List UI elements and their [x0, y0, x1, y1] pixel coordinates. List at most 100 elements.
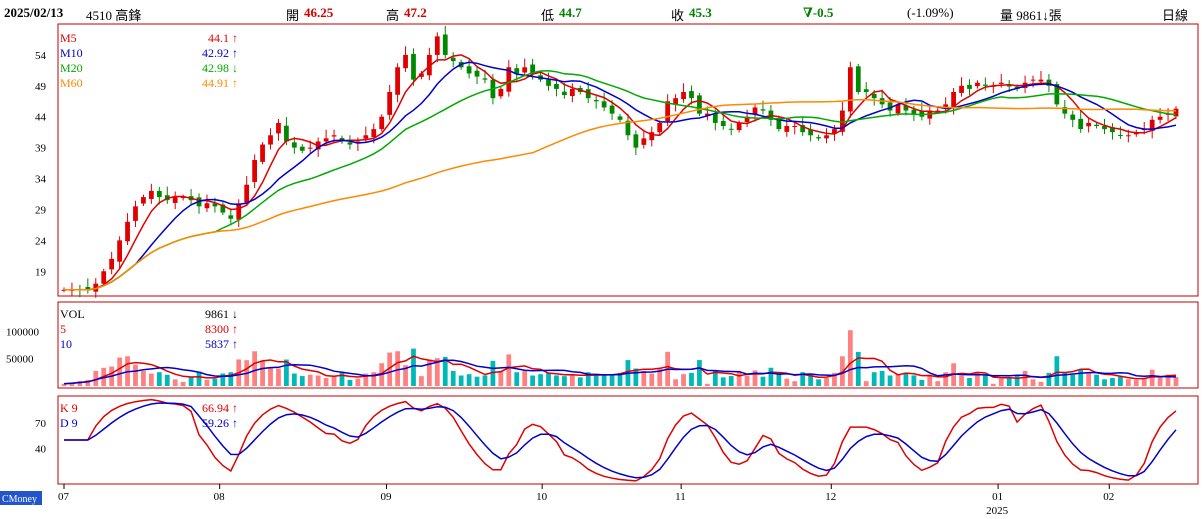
- volume-legend-value: 8300 ↑: [205, 322, 238, 336]
- volume-bar: [1070, 374, 1076, 386]
- price-legend-name: M5: [60, 31, 77, 45]
- volume-bar: [450, 370, 456, 386]
- volume-bar: [164, 374, 170, 386]
- kd-legend-name: K 9: [60, 401, 78, 415]
- kd-legend-value: 59.26 ↑: [202, 416, 238, 430]
- price-tick-label: 39: [35, 143, 47, 155]
- candle-body: [847, 67, 853, 112]
- candle-body: [1030, 79, 1036, 81]
- volume-bar: [498, 371, 504, 386]
- candle-body: [792, 126, 798, 127]
- candle-body: [141, 197, 146, 204]
- volume-bar: [212, 378, 218, 386]
- volume-bar: [156, 372, 162, 386]
- volume-bar: [276, 368, 281, 386]
- candle-body: [148, 190, 154, 199]
- volume-bar: [339, 371, 345, 386]
- volume-bar: [180, 381, 186, 386]
- volume-panel: 50000 100000: [6, 326, 1179, 386]
- candle-body: [371, 129, 377, 138]
- x-tick-label: 07: [58, 491, 70, 503]
- kd-tick-label: 40: [35, 443, 47, 455]
- volume-tick-label: 50000: [6, 354, 34, 366]
- volume-bar: [689, 372, 694, 386]
- volume-bar: [1118, 376, 1123, 386]
- volume-bar: [554, 375, 559, 386]
- volume-bar: [728, 376, 734, 386]
- volume-bar: [1173, 377, 1179, 386]
- volume-bar: [792, 381, 798, 386]
- x-year-label: 2025: [986, 505, 1009, 517]
- candle-body: [784, 126, 790, 132]
- candle-body: [1125, 135, 1131, 137]
- candle-body: [125, 221, 130, 242]
- volume-bar: [315, 375, 321, 386]
- candle-body: [998, 82, 1004, 84]
- candle-body: [109, 258, 115, 270]
- candle-body: [728, 128, 734, 130]
- candle-body: [1094, 124, 1099, 126]
- volume-legend-name: VOL: [60, 307, 85, 321]
- volume-bar: [1125, 379, 1131, 386]
- volume-bar: [967, 378, 972, 386]
- candle-body: [593, 100, 599, 102]
- candle-body: [673, 98, 678, 105]
- candle-body: [347, 142, 353, 145]
- volume-bar: [609, 374, 615, 386]
- candle-body: [323, 138, 329, 142]
- volume-bar: [148, 373, 154, 386]
- candle-body: [236, 203, 242, 220]
- volume-bar: [577, 377, 583, 386]
- volume-bar: [982, 375, 988, 386]
- stock-chart: 19 24 29 34 39 44 49 54 50000 100000 40 70 07 08 09…: [0, 23, 1199, 517]
- volume-bar: [307, 374, 313, 386]
- volume-bar: [887, 375, 893, 386]
- candle-body: [522, 67, 528, 73]
- candle-body: [331, 135, 337, 137]
- candle-body: [617, 116, 623, 120]
- x-tick-label: 01: [992, 491, 1003, 503]
- volume-bar: [291, 373, 297, 386]
- volume-bar: [1054, 356, 1060, 386]
- volume-bar: [1030, 379, 1036, 386]
- volume-bar: [268, 367, 273, 386]
- volume-bar: [514, 372, 520, 386]
- volume-bar: [990, 383, 996, 386]
- volume-bar: [252, 351, 258, 386]
- volume-bar: [760, 376, 766, 386]
- kd-tick-label: 70: [35, 418, 47, 430]
- volume-bar: [538, 374, 543, 386]
- x-tick-label: 10: [536, 491, 548, 503]
- volume-bar: [935, 381, 941, 386]
- volume-bar: [879, 370, 885, 386]
- price-tick-label: 49: [35, 81, 47, 93]
- candle-body: [554, 83, 559, 89]
- candle-body: [681, 92, 686, 100]
- candle-body: [665, 101, 671, 122]
- candle-body: [712, 113, 718, 123]
- candle-body: [228, 215, 234, 219]
- candle-body: [855, 66, 861, 92]
- candle-body: [816, 137, 821, 139]
- volume-bar: [458, 375, 464, 386]
- volume-bar: [959, 375, 964, 386]
- volume-legend-value: 9861 ↓: [205, 307, 238, 321]
- volume-tick-label: 100000: [6, 326, 40, 338]
- candle-body: [863, 89, 869, 92]
- volume-legend-value: 5837 ↑: [205, 337, 238, 351]
- volume-bar: [411, 348, 416, 386]
- volume-bar: [323, 378, 329, 386]
- candle-body: [482, 78, 488, 80]
- volume-bar: [847, 330, 853, 386]
- volume-bar: [482, 375, 488, 386]
- candle-body: [871, 93, 877, 99]
- candle-body: [609, 105, 615, 114]
- volume-bar: [419, 376, 424, 386]
- candle-body: [959, 85, 964, 93]
- candle-body: [474, 70, 480, 77]
- candle-body: [911, 109, 917, 114]
- price-tick-label: 19: [35, 266, 47, 278]
- volume-bar: [673, 379, 678, 386]
- candle-body: [284, 125, 289, 142]
- candle-body: [1157, 116, 1163, 120]
